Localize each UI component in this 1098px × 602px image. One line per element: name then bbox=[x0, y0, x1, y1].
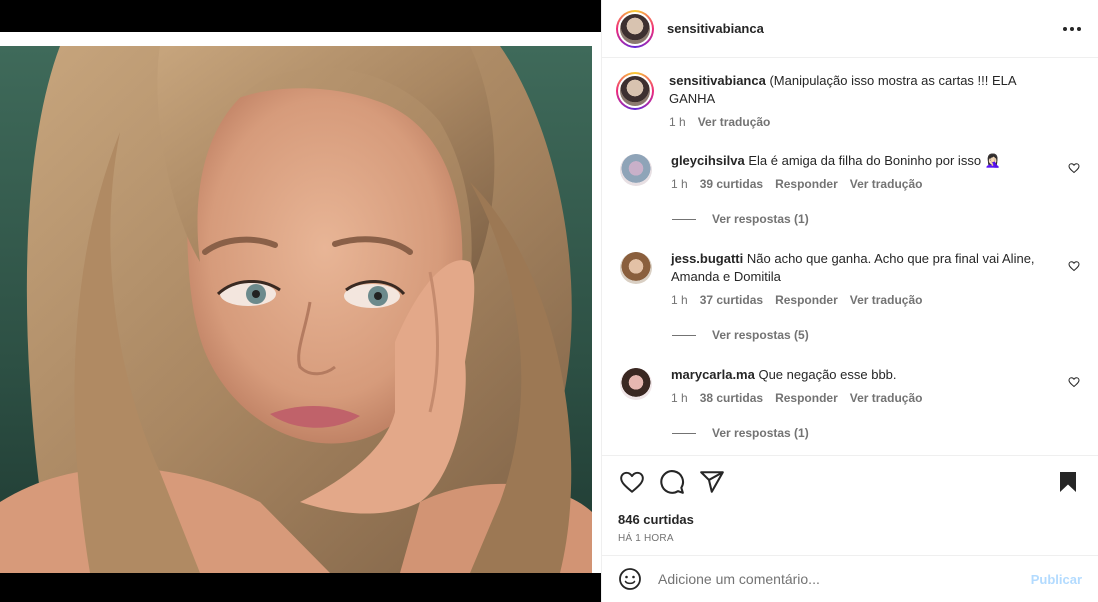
post-media bbox=[0, 0, 601, 602]
comment-likes[interactable]: 38 curtidas bbox=[700, 391, 763, 405]
view-replies-label: Ver respostas (1) bbox=[712, 426, 809, 440]
publish-button[interactable]: Publicar bbox=[1031, 572, 1082, 587]
comment-like-heart-icon[interactable] bbox=[1068, 162, 1082, 176]
bookmark-icon[interactable] bbox=[1054, 468, 1082, 496]
post-photo[interactable] bbox=[0, 32, 601, 573]
post-header: sensitivabianca bbox=[602, 0, 1098, 58]
post-side-panel: sensitivabianca sensitivabianca (Manipul… bbox=[601, 0, 1098, 602]
view-replies-button[interactable]: Ver respostas (1) bbox=[672, 212, 1082, 226]
caption-meta: 1 h Ver tradução bbox=[669, 115, 1054, 129]
action-icons-row bbox=[618, 468, 1082, 496]
view-replies-label: Ver respostas (5) bbox=[712, 328, 809, 342]
comment-body: gleycihsilva Ela é amiga da filha do Bon… bbox=[671, 152, 1082, 191]
share-icon[interactable] bbox=[698, 468, 726, 496]
comment-text-line: marycarla.ma Que negação esse bbb. bbox=[671, 366, 1054, 384]
likes-count[interactable]: 846 curtidas bbox=[618, 512, 1082, 527]
reply-button[interactable]: Responder bbox=[775, 391, 838, 405]
comment-item: marycarla.ma Que negação esse bbb. 1 h 3… bbox=[616, 366, 1082, 405]
avatar-ring bbox=[618, 74, 652, 108]
comment-like-heart-icon[interactable] bbox=[1068, 260, 1082, 274]
commenter-avatar[interactable] bbox=[620, 368, 652, 400]
comments-list[interactable]: sensitivabianca (Manipulação isso mostra… bbox=[602, 58, 1098, 455]
heart-icon[interactable] bbox=[618, 468, 646, 496]
replies-line bbox=[672, 432, 696, 434]
caption-username[interactable]: sensitivabianca bbox=[669, 73, 766, 88]
comment-input[interactable] bbox=[658, 571, 1031, 587]
view-replies-button[interactable]: Ver respostas (5) bbox=[672, 328, 1082, 342]
view-replies-label: Ver respostas (1) bbox=[712, 212, 809, 226]
comment-text: Ela é amiga da filha do Boninho por isso… bbox=[748, 153, 1001, 168]
replies-line bbox=[672, 334, 696, 336]
translate-button[interactable]: Ver tradução bbox=[850, 177, 923, 191]
add-comment-bar: Publicar bbox=[602, 555, 1098, 602]
comment-text-line: jess.bugatti Não acho que ganha. Acho qu… bbox=[671, 250, 1054, 286]
comment-body: jess.bugatti Não acho que ganha. Acho qu… bbox=[671, 250, 1082, 307]
author-avatar[interactable] bbox=[616, 9, 654, 48]
replies-line bbox=[672, 218, 696, 220]
post-actions: 846 curtidas HÁ 1 HORA bbox=[602, 455, 1098, 555]
post-caption: sensitivabianca (Manipulação isso mostra… bbox=[616, 72, 1082, 129]
caption-avatar[interactable] bbox=[616, 72, 654, 110]
view-replies-button[interactable]: Ver respostas (1) bbox=[672, 426, 1082, 440]
more-options-icon[interactable] bbox=[1060, 17, 1084, 41]
comment-time[interactable]: 1 h bbox=[671, 391, 688, 405]
comment-username[interactable]: gleycihsilva bbox=[671, 153, 745, 168]
comment-likes[interactable]: 39 curtidas bbox=[700, 177, 763, 191]
comment-item: jess.bugatti Não acho que ganha. Acho qu… bbox=[616, 250, 1082, 307]
post-timestamp[interactable]: HÁ 1 HORA bbox=[618, 533, 1082, 544]
translate-button[interactable]: Ver tradução bbox=[850, 293, 923, 307]
caption-translate-button[interactable]: Ver tradução bbox=[698, 115, 771, 129]
commenter-avatar[interactable] bbox=[620, 154, 652, 186]
comment-meta: 1 h 39 curtidas Responder Ver tradução bbox=[671, 177, 1054, 191]
avatar-image bbox=[620, 13, 650, 44]
comment-username[interactable]: jess.bugatti bbox=[671, 251, 743, 266]
comment-username[interactable]: marycarla.ma bbox=[671, 367, 755, 382]
comment-time[interactable]: 1 h bbox=[671, 293, 688, 307]
comment-like-heart-icon[interactable] bbox=[1068, 376, 1082, 390]
avatar-image bbox=[620, 76, 650, 106]
comment-text: Que negação esse bbb. bbox=[758, 367, 897, 382]
avatar-ring bbox=[618, 11, 652, 46]
comment-meta: 1 h 38 curtidas Responder Ver tradução bbox=[671, 391, 1054, 405]
comment-item: gleycihsilva Ela é amiga da filha do Bon… bbox=[616, 152, 1082, 191]
caption-text-line: sensitivabianca (Manipulação isso mostra… bbox=[669, 72, 1054, 108]
emoji-icon[interactable] bbox=[618, 567, 642, 591]
reply-button[interactable]: Responder bbox=[775, 293, 838, 307]
reply-button[interactable]: Responder bbox=[775, 177, 838, 191]
comment-text-line: gleycihsilva Ela é amiga da filha do Bon… bbox=[671, 152, 1054, 170]
commenter-avatar[interactable] bbox=[620, 252, 652, 284]
comment-time[interactable]: 1 h bbox=[671, 177, 688, 191]
comment-meta: 1 h 37 curtidas Responder Ver tradução bbox=[671, 293, 1054, 307]
caption-body: sensitivabianca (Manipulação isso mostra… bbox=[669, 72, 1082, 129]
comment-likes[interactable]: 37 curtidas bbox=[700, 293, 763, 307]
author-username[interactable]: sensitivabianca bbox=[667, 21, 1060, 36]
translate-button[interactable]: Ver tradução bbox=[850, 391, 923, 405]
caption-time[interactable]: 1 h bbox=[669, 115, 686, 129]
comment-body: marycarla.ma Que negação esse bbb. 1 h 3… bbox=[671, 366, 1082, 405]
comment-icon[interactable] bbox=[658, 468, 686, 496]
portrait-image bbox=[0, 32, 601, 573]
